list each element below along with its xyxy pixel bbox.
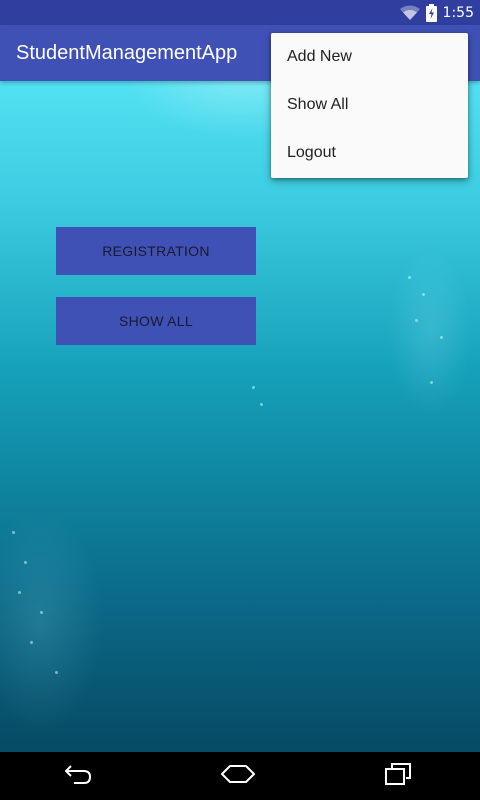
status-icons: 1:55 <box>399 0 474 25</box>
overflow-menu: Add New Show All Logout <box>271 33 468 178</box>
bubble <box>440 336 443 339</box>
app-title: StudentManagementApp <box>16 42 238 64</box>
wifi-icon <box>399 5 420 21</box>
bubble <box>55 671 58 674</box>
bubble <box>260 403 263 406</box>
bubble <box>430 381 433 384</box>
show-all-button[interactable]: SHOW ALL <box>56 297 256 345</box>
bubble <box>12 531 15 534</box>
screen: 1:55 StudentManagementApp REGISTRATION S… <box>0 0 480 800</box>
bubble <box>40 611 43 614</box>
back-button[interactable] <box>38 752 118 800</box>
navigation-bar <box>0 752 480 800</box>
battery-icon <box>425 3 437 22</box>
bubble <box>24 561 27 564</box>
underwater-background <box>0 81 480 752</box>
status-time: 1:55 <box>442 4 474 21</box>
status-bar: 1:55 <box>0 0 480 25</box>
recents-icon <box>383 762 413 790</box>
bubble <box>252 386 255 389</box>
recents-button[interactable] <box>358 752 438 800</box>
back-icon <box>62 763 94 790</box>
bubble <box>422 293 425 296</box>
menu-item-show-all[interactable]: Show All <box>271 81 468 129</box>
bubble <box>415 319 418 322</box>
content-area: REGISTRATION SHOW ALL <box>0 81 480 752</box>
bubble <box>30 641 33 644</box>
menu-item-logout[interactable]: Logout <box>271 129 468 177</box>
menu-item-add-new[interactable]: Add New <box>271 33 468 81</box>
bubble <box>408 276 411 279</box>
registration-button[interactable]: REGISTRATION <box>56 227 256 275</box>
bubble <box>18 591 21 594</box>
home-icon <box>220 763 256 790</box>
home-button[interactable] <box>198 752 278 800</box>
